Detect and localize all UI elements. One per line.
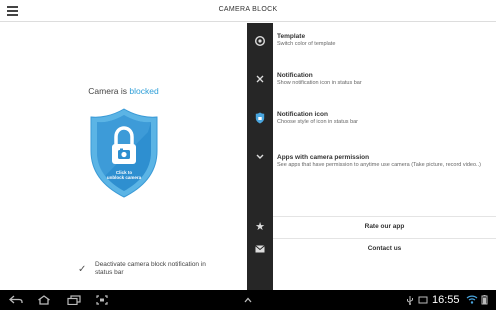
shield-caption: Click to unblock camera bbox=[88, 170, 160, 180]
status-state: blocked bbox=[129, 86, 159, 96]
mail-icon[interactable] bbox=[252, 241, 268, 257]
app-title: CAMERA BLOCK bbox=[218, 6, 278, 13]
settings-list: Template Switch color of template Notifi… bbox=[273, 23, 496, 290]
setting-notification-icon[interactable]: Notification icon Choose style of icon i… bbox=[277, 111, 492, 126]
setting-subtitle: See apps that have permission to anytime… bbox=[277, 162, 481, 168]
divider bbox=[273, 216, 496, 217]
camera-status: Camera is blocked bbox=[0, 86, 247, 96]
rate-app-link[interactable]: Rate our app bbox=[273, 223, 496, 230]
setting-title: Apps with camera permission bbox=[277, 154, 370, 161]
deactivate-label: Deactivate camera block notification in … bbox=[95, 261, 206, 276]
status-icons bbox=[466, 295, 488, 305]
action-bar: CAMERA BLOCK bbox=[0, 0, 496, 22]
setting-apps-with-camera[interactable]: Apps with camera permission See apps tha… bbox=[277, 154, 492, 169]
wifi-icon bbox=[466, 295, 478, 304]
shield-caption-line2: unblock camera bbox=[106, 175, 142, 180]
settings-icon-strip: ★ bbox=[247, 23, 273, 290]
setting-subtitle: Show notification icon in status bar bbox=[277, 80, 362, 86]
chevron-up-icon[interactable] bbox=[240, 293, 256, 307]
usb-icon bbox=[404, 293, 416, 307]
chevron-down-icon[interactable] bbox=[252, 149, 268, 165]
template-icon[interactable] bbox=[252, 33, 268, 49]
status-prefix: Camera is bbox=[88, 86, 130, 96]
home-icon[interactable] bbox=[36, 293, 52, 307]
deactivate-checkbox[interactable]: ✓ Deactivate camera block notification i… bbox=[78, 261, 218, 281]
back-icon[interactable] bbox=[8, 293, 24, 307]
system-nav-bar: 16:55 bbox=[0, 290, 496, 310]
shield-lock-button[interactable] bbox=[88, 107, 160, 199]
divider bbox=[273, 238, 496, 239]
setting-template[interactable]: Template Switch color of template bbox=[277, 33, 492, 48]
main-pane: Camera is blocked Click to unblock camer… bbox=[0, 23, 247, 290]
setting-title: Template bbox=[277, 33, 306, 40]
setting-title: Notification bbox=[277, 72, 313, 79]
star-icon[interactable]: ★ bbox=[252, 219, 268, 235]
close-icon[interactable] bbox=[252, 71, 268, 87]
checkmark-icon: ✓ bbox=[78, 264, 87, 275]
clock: 16:55 bbox=[432, 294, 460, 306]
setting-notification[interactable]: Notification Show notification icon in s… bbox=[277, 72, 492, 87]
screenshot-icon[interactable] bbox=[94, 293, 110, 307]
shield-small-icon[interactable] bbox=[252, 110, 268, 126]
setting-subtitle: Choose style of icon in status bar bbox=[277, 119, 359, 125]
contact-us-link[interactable]: Contact us bbox=[273, 245, 496, 252]
setting-subtitle: Switch color of template bbox=[277, 41, 336, 47]
setting-title: Notification icon bbox=[277, 111, 328, 118]
recent-apps-icon[interactable] bbox=[66, 293, 82, 307]
screen-icon bbox=[417, 293, 429, 307]
battery-icon bbox=[481, 295, 488, 305]
